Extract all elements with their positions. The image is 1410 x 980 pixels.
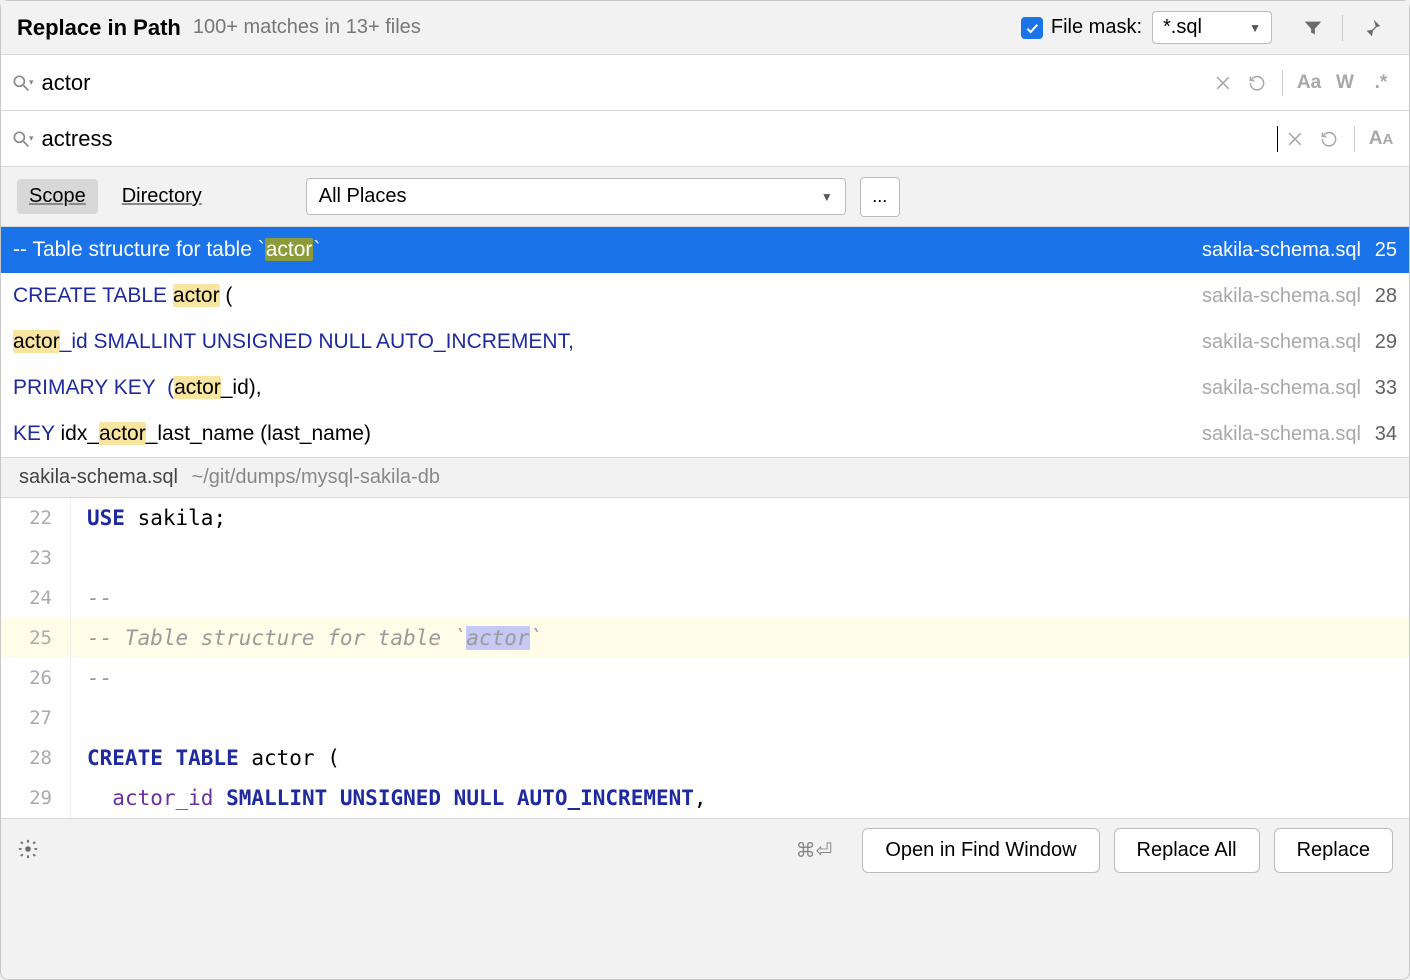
separator [1342, 15, 1343, 41]
editor-line[interactable]: 29 actor_id SMALLINT UNSIGNED NULL AUTO_… [1, 778, 1409, 818]
editor-code: -- [71, 586, 112, 610]
editor-code: -- Table structure for table `actor` [71, 626, 542, 650]
search-icon[interactable]: ▾ [11, 129, 34, 149]
gutter-line-number: 28 [1, 738, 71, 778]
open-find-window-button[interactable]: Open in Find Window [862, 828, 1099, 873]
result-file: sakila-schema.sql [1202, 331, 1361, 354]
scope-select[interactable]: All Places ▼ [306, 178, 846, 215]
result-file: sakila-schema.sql [1202, 423, 1361, 446]
replace-row: ▾ AA [1, 111, 1409, 167]
result-line: 34 [1369, 423, 1397, 446]
chevron-down-icon: ▼ [1249, 21, 1261, 35]
header-bar: Replace in Path 100+ matches in 13+ file… [1, 1, 1409, 55]
result-row[interactable]: -- Table structure for table `actor`saki… [1, 227, 1409, 273]
history-icon[interactable] [1312, 129, 1346, 149]
preview-filename: sakila-schema.sql [19, 466, 178, 488]
editor-line[interactable]: 23 [1, 538, 1409, 578]
match-case-toggle[interactable]: Aa [1291, 72, 1327, 94]
preview-header: sakila-schema.sql ~/git/dumps/mysql-saki… [1, 457, 1409, 498]
gutter-line-number: 22 [1, 498, 71, 538]
editor-line[interactable]: 26-- [1, 658, 1409, 698]
regex-toggle[interactable]: .* [1363, 72, 1399, 94]
footer-bar: ⌘⏎ Open in Find Window Replace All Repla… [1, 818, 1409, 882]
editor-code: CREATE TABLE actor ( [71, 746, 340, 770]
preview-path: ~/git/dumps/mysql-sakila-db [192, 466, 440, 488]
editor-line[interactable]: 22USE sakila; [1, 498, 1409, 538]
scope-more-button[interactable]: ... [860, 177, 900, 217]
search-icon[interactable]: ▾ [11, 73, 34, 93]
gutter-line-number: 27 [1, 698, 71, 738]
chevron-down-icon: ▼ [821, 190, 833, 204]
editor-line[interactable]: 24-- [1, 578, 1409, 618]
result-line: 29 [1369, 331, 1397, 354]
replace-button[interactable]: Replace [1274, 828, 1393, 873]
file-mask-label: File mask: [1051, 16, 1142, 39]
pin-icon[interactable] [1357, 17, 1387, 39]
result-row[interactable]: PRIMARY KEY (actor_id),sakila-schema.sql… [1, 365, 1409, 411]
editor-line[interactable]: 25-- Table structure for table `actor` [1, 618, 1409, 658]
file-mask-checkbox[interactable] [1021, 17, 1043, 39]
separator [1354, 126, 1355, 152]
separator [1282, 70, 1283, 96]
editor-line[interactable]: 27 [1, 698, 1409, 738]
shortcut-hint: ⌘⏎ [796, 838, 833, 863]
editor-code: actor_id SMALLINT UNSIGNED NULL AUTO_INC… [71, 786, 707, 810]
editor-code: USE sakila; [71, 506, 226, 530]
result-row[interactable]: actor_id SMALLINT UNSIGNED NULL AUTO_INC… [1, 319, 1409, 365]
tab-scope[interactable]: Scope [17, 179, 98, 214]
clear-replace-icon[interactable] [1278, 129, 1312, 149]
editor-line[interactable]: 28CREATE TABLE actor ( [1, 738, 1409, 778]
replace-all-button[interactable]: Replace All [1114, 828, 1260, 873]
file-mask-select[interactable]: *.sql ▼ [1152, 11, 1272, 44]
clear-search-icon[interactable] [1206, 73, 1240, 93]
scope-bar: Scope Directory All Places ▼ ... [1, 167, 1409, 227]
preview-editor[interactable]: 22USE sakila;2324--25-- Table structure … [1, 498, 1409, 818]
gutter-line-number: 29 [1, 778, 71, 818]
filter-icon[interactable] [1298, 17, 1328, 39]
search-input[interactable] [42, 70, 1206, 96]
gutter-line-number: 26 [1, 658, 71, 698]
result-row[interactable]: CREATE TABLE actor (sakila-schema.sql28 [1, 273, 1409, 319]
dialog-title: Replace in Path [17, 15, 181, 41]
results-list: -- Table structure for table `actor`saki… [1, 227, 1409, 457]
search-row: ▾ Aa W .* [1, 55, 1409, 111]
editor-code: -- [71, 666, 112, 690]
gutter-line-number: 25 [1, 618, 71, 658]
result-file: sakila-schema.sql [1202, 285, 1361, 308]
result-line: 25 [1369, 239, 1397, 262]
words-toggle[interactable]: W [1327, 72, 1363, 94]
result-line: 28 [1369, 285, 1397, 308]
result-row[interactable]: KEY idx_actor_last_name (last_name)sakil… [1, 411, 1409, 457]
result-file: sakila-schema.sql [1202, 239, 1361, 262]
result-line: 33 [1369, 377, 1397, 400]
gutter-line-number: 23 [1, 538, 71, 578]
history-icon[interactable] [1240, 73, 1274, 93]
scope-value: All Places [319, 185, 407, 208]
file-mask-value: *.sql [1163, 16, 1202, 39]
match-count: 100+ matches in 13+ files [193, 16, 421, 39]
replace-input[interactable] [42, 126, 1278, 152]
result-file: sakila-schema.sql [1202, 377, 1361, 400]
preserve-case-toggle[interactable]: AA [1363, 128, 1399, 150]
gear-icon[interactable] [17, 838, 39, 864]
tab-directory[interactable]: Directory [110, 179, 214, 214]
gutter-line-number: 24 [1, 578, 71, 618]
